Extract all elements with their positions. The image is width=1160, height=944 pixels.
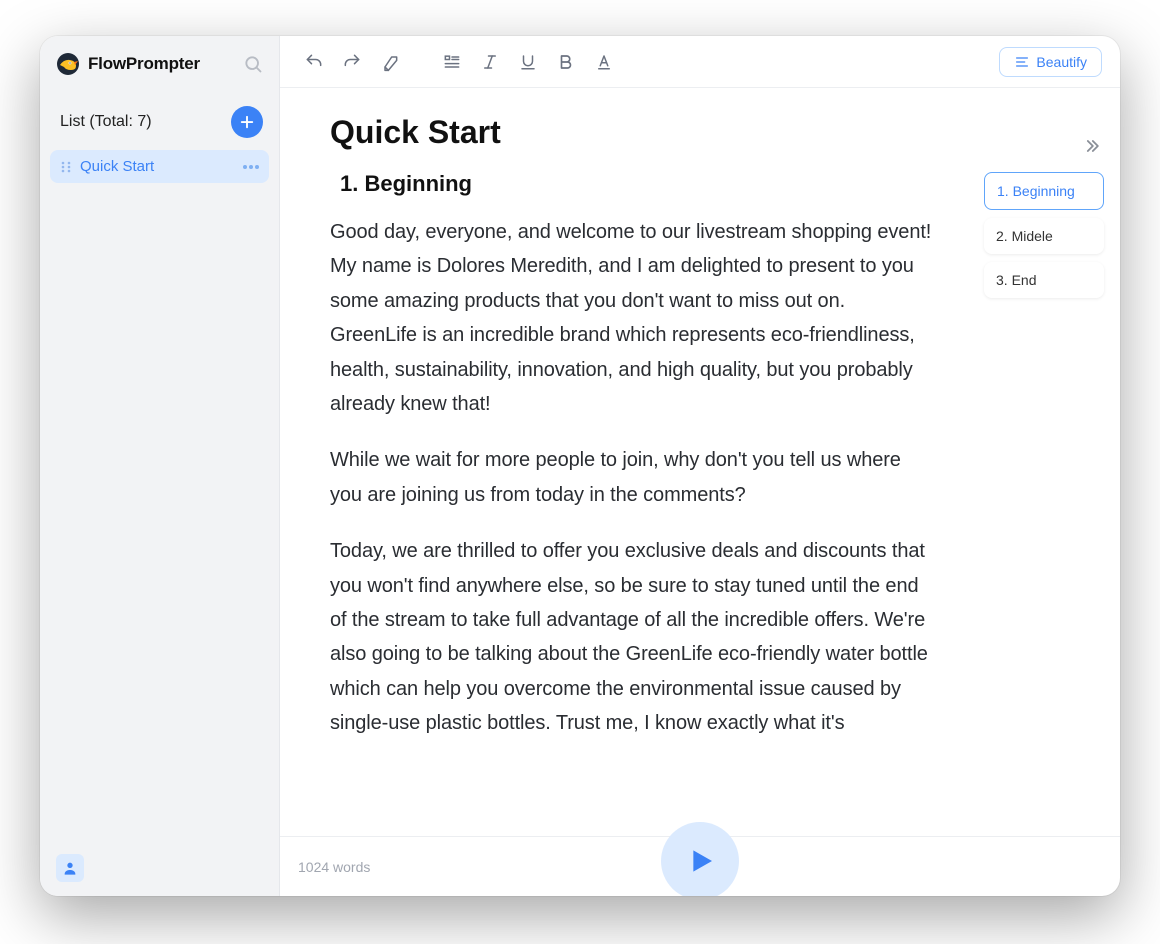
outline-list: 1. Beginning 2. Midele 3. End (984, 172, 1104, 298)
paragraph: Today, we are thrilled to offer you excl… (330, 534, 934, 740)
main: Beautify Quick Start 1. Beginning Good d… (280, 36, 1120, 896)
beautify-button[interactable]: Beautify (999, 47, 1102, 77)
content-wrap: Quick Start 1. Beginning Good day, every… (280, 88, 1120, 836)
list-item-left: Quick Start (60, 158, 154, 175)
brand: FlowPrompter (56, 52, 200, 76)
search-icon[interactable] (243, 54, 263, 74)
sidebar-footer (40, 840, 279, 896)
list-header: List (Total: 7) (40, 88, 279, 150)
sidebar: FlowPrompter List (Total: 7) (40, 36, 280, 896)
user-avatar-icon[interactable] (56, 854, 84, 882)
list-items: Quick Start (40, 150, 279, 183)
drag-handle-icon[interactable] (60, 160, 72, 174)
beautify-icon (1014, 54, 1030, 70)
app-window: FlowPrompter List (Total: 7) (40, 36, 1120, 896)
undo-button[interactable] (298, 46, 330, 78)
redo-button[interactable] (336, 46, 368, 78)
editor[interactable]: Quick Start 1. Beginning Good day, every… (280, 88, 984, 836)
toolbar: Beautify (280, 36, 1120, 88)
brand-logo-icon (56, 52, 80, 76)
beautify-label: Beautify (1036, 54, 1087, 70)
text-color-button[interactable] (588, 46, 620, 78)
outline-item-label: 1. Beginning (997, 183, 1075, 199)
document-title: Quick Start (330, 114, 934, 151)
heading-button[interactable] (436, 46, 468, 78)
add-button[interactable] (231, 106, 263, 138)
underline-button[interactable] (512, 46, 544, 78)
outline-item-middle[interactable]: 2. Midele (984, 218, 1104, 254)
list-item-label: Quick Start (80, 158, 154, 175)
collapse-outline-icon[interactable] (984, 136, 1104, 156)
more-icon[interactable] (243, 165, 259, 169)
word-count: 1024 words (298, 859, 370, 875)
outline-item-label: 2. Midele (996, 228, 1053, 244)
section-heading: 1. Beginning (340, 171, 934, 197)
list-title: List (Total: 7) (60, 113, 152, 131)
outline-item-end[interactable]: 3. End (984, 262, 1104, 298)
outline-item-beginning[interactable]: 1. Beginning (984, 172, 1104, 210)
outline-panel: 1. Beginning 2. Midele 3. End (984, 88, 1120, 836)
outline-item-label: 3. End (996, 272, 1036, 288)
footer-bar: 1024 words (280, 836, 1120, 896)
clear-format-button[interactable] (374, 46, 406, 78)
paragraph: While we wait for more people to join, w… (330, 443, 934, 512)
italic-button[interactable] (474, 46, 506, 78)
brand-name: FlowPrompter (88, 54, 200, 74)
bold-button[interactable] (550, 46, 582, 78)
sidebar-header: FlowPrompter (40, 36, 279, 88)
play-button[interactable] (661, 822, 739, 897)
paragraph: Good day, everyone, and welcome to our l… (330, 215, 934, 421)
list-item-quick-start[interactable]: Quick Start (50, 150, 269, 183)
